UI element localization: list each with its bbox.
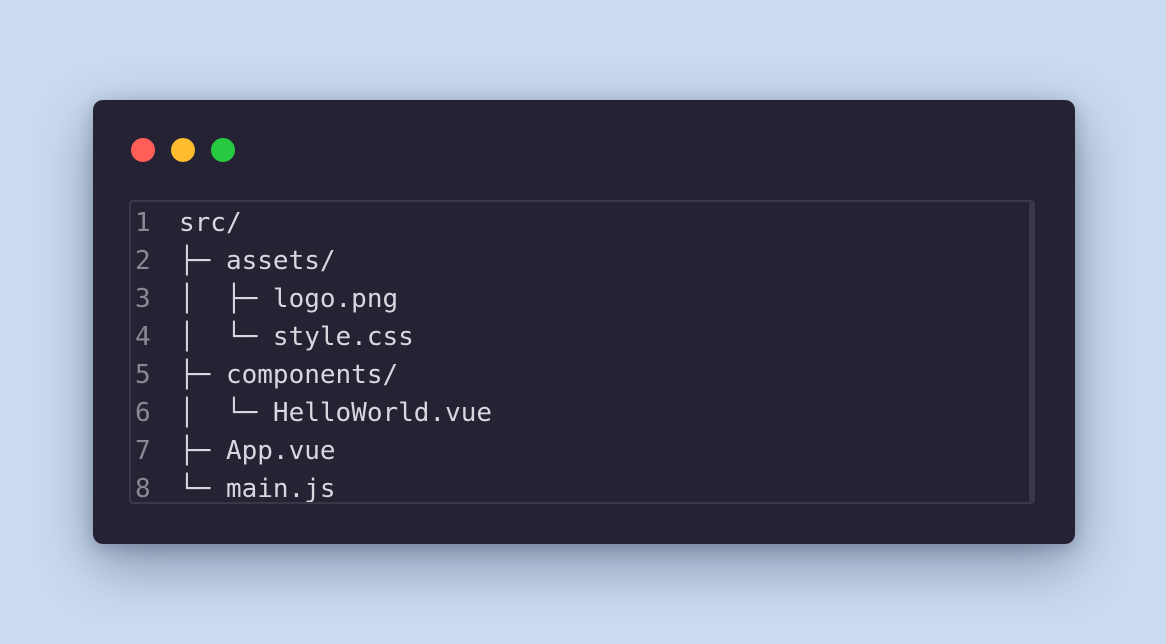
code-line: 2 ├─ assets/ bbox=[131, 242, 1027, 280]
code-block: 1 src/ 2 ├─ assets/ 3 │ ├─ logo.png 4 │ … bbox=[129, 200, 1035, 504]
line-text: │ └─ HelloWorld.vue bbox=[179, 398, 493, 428]
code-lines: 1 src/ 2 ├─ assets/ 3 │ ├─ logo.png 4 │ … bbox=[131, 204, 1027, 504]
code-line: 1 src/ bbox=[131, 204, 1027, 242]
code-line: 7 ├─ App.vue bbox=[131, 432, 1027, 470]
line-text: └─ main.js bbox=[179, 474, 336, 504]
line-text: ├─ components/ bbox=[179, 360, 399, 390]
maximize-window-icon[interactable] bbox=[211, 138, 235, 162]
code-line: 8 └─ main.js bbox=[131, 470, 1027, 504]
line-text: │ ├─ logo.png bbox=[179, 284, 399, 314]
line-text: ├─ assets/ bbox=[179, 246, 336, 276]
close-window-icon[interactable] bbox=[131, 138, 155, 162]
line-number: 8 bbox=[135, 474, 151, 504]
minimize-window-icon[interactable] bbox=[171, 138, 195, 162]
code-window: 1 src/ 2 ├─ assets/ 3 │ ├─ logo.png 4 │ … bbox=[93, 100, 1075, 544]
scrollbar[interactable] bbox=[1029, 202, 1033, 502]
line-number: 1 bbox=[135, 208, 151, 238]
line-text: ├─ App.vue bbox=[179, 436, 336, 466]
line-text: │ └─ style.css bbox=[179, 322, 414, 352]
line-number: 4 bbox=[135, 322, 151, 352]
code-line: 4 │ └─ style.css bbox=[131, 318, 1027, 356]
line-number: 2 bbox=[135, 246, 151, 276]
code-line: 5 ├─ components/ bbox=[131, 356, 1027, 394]
line-number: 3 bbox=[135, 284, 151, 314]
line-text: src/ bbox=[179, 208, 242, 238]
code-line: 6 │ └─ HelloWorld.vue bbox=[131, 394, 1027, 432]
line-number: 6 bbox=[135, 398, 151, 428]
line-number: 5 bbox=[135, 360, 151, 390]
code-line: 3 │ ├─ logo.png bbox=[131, 280, 1027, 318]
line-number: 7 bbox=[135, 436, 151, 466]
